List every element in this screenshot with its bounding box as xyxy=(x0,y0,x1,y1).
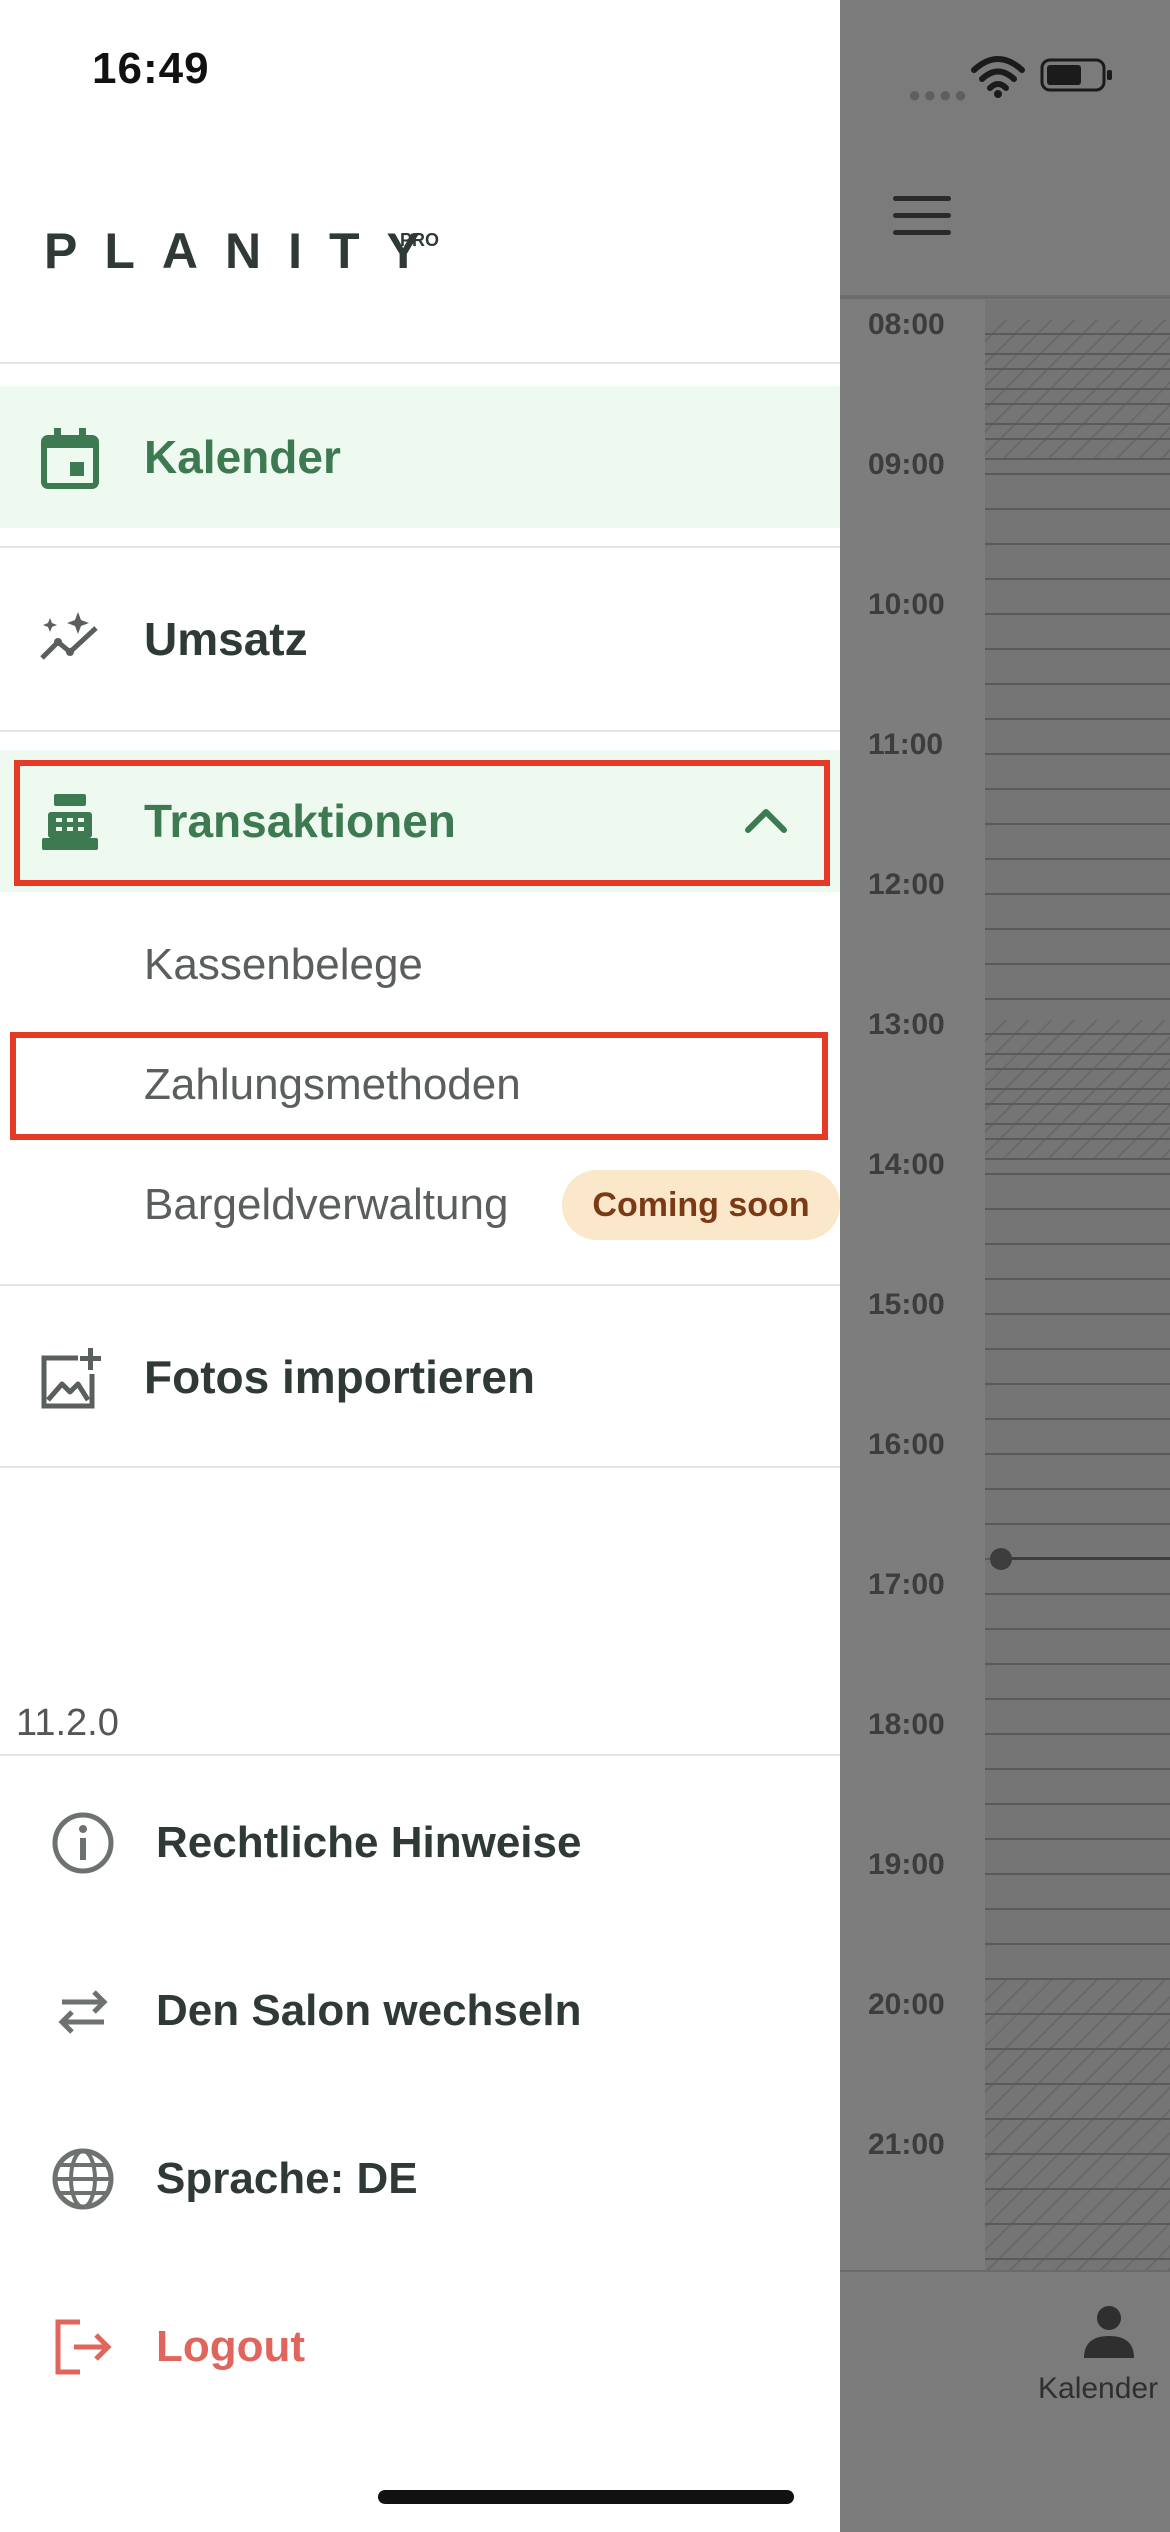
app-version: 11.2.0 xyxy=(16,1702,119,1744)
status-bar-right: ●●●● xyxy=(840,0,1170,150)
time-label: 15:00 xyxy=(868,1288,945,1321)
footer-item-label: Den Salon wechseln xyxy=(156,1986,582,2035)
footer-item-label: Rechtliche Hinweise xyxy=(156,1818,582,1867)
info-icon xyxy=(52,1812,114,1874)
time-label: 13:00 xyxy=(868,1008,945,1041)
time-label: 20:00 xyxy=(868,1988,945,2021)
time-label: 08:00 xyxy=(868,308,945,341)
divider xyxy=(0,1284,840,1286)
unavailable-slot xyxy=(985,1020,1170,1160)
divider xyxy=(0,1466,840,1468)
signal-icon: ●●●● xyxy=(908,82,970,107)
navigation-drawer: 16:49 PLANITY PRO Kalender Umsatz Transa… xyxy=(0,0,840,2532)
nav-item-label: Kalender xyxy=(144,431,341,483)
calendar-background: ●●●● 08:00 09:00 10:00 11:00 12:00 13:00… xyxy=(840,0,1170,2532)
time-label: 10:00 xyxy=(868,588,945,621)
nav-item-label: Fotos importieren xyxy=(144,1351,536,1403)
time-label: 11:00 xyxy=(868,728,944,761)
nav-item-label: Umsatz xyxy=(144,613,308,665)
divider xyxy=(0,730,840,732)
footer-item-switch-salon[interactable]: Den Salon wechseln xyxy=(0,1942,840,2082)
planity-logo: PLANITY xyxy=(44,223,447,279)
tab-bar: Kalender xyxy=(840,2270,1170,2532)
footer-item-label: Sprache: DE xyxy=(156,2154,418,2203)
wifi-icon xyxy=(971,56,1025,98)
unavailable-slot xyxy=(985,1980,1170,2270)
nav-item-fotos-importieren[interactable]: Fotos importieren xyxy=(0,1306,840,1448)
coming-soon-badge: Coming soon xyxy=(562,1170,840,1240)
status-time: 16:49 xyxy=(92,44,210,93)
time-label: 16:00 xyxy=(868,1428,945,1461)
footer-item-legal[interactable]: Rechtliche Hinweise xyxy=(0,1774,840,1914)
divider xyxy=(0,362,840,364)
time-label: 17:00 xyxy=(868,1568,945,1601)
globe-icon xyxy=(52,2148,114,2210)
time-label: 14:00 xyxy=(868,1148,945,1181)
highlight-box-zahlungsmethoden xyxy=(10,1032,828,1140)
calendar-grid[interactable] xyxy=(985,300,1170,2270)
time-label: 21:00 xyxy=(868,2128,945,2161)
sub-item-bargeldverwaltung[interactable]: Bargeldverwaltung xyxy=(144,1180,508,1230)
divider xyxy=(0,546,840,548)
time-column: 08:00 09:00 10:00 11:00 12:00 13:00 14:0… xyxy=(840,300,985,2270)
swap-arrows-icon xyxy=(58,1990,108,2034)
footer-item-label: Logout xyxy=(156,2322,306,2371)
nav-item-umsatz[interactable]: Umsatz xyxy=(0,568,840,710)
highlight-box-transaktionen xyxy=(14,760,830,886)
logout-icon xyxy=(55,2319,112,2375)
calendar-icon xyxy=(41,428,99,489)
nav-item-kalender[interactable]: Kalender xyxy=(0,386,840,528)
battery-icon xyxy=(1040,58,1112,92)
time-label: 18:00 xyxy=(868,1708,945,1741)
footer-item-language[interactable]: Sprache: DE xyxy=(0,2110,840,2250)
sparkle-trend-icon xyxy=(40,612,98,660)
divider xyxy=(0,1754,840,1756)
home-indicator[interactable] xyxy=(378,2490,794,2504)
unavailable-slot xyxy=(985,320,1170,460)
add-photo-icon xyxy=(41,1348,101,1409)
time-label: 19:00 xyxy=(868,1848,945,1881)
hamburger-menu-icon[interactable] xyxy=(893,196,951,238)
person-icon[interactable] xyxy=(1080,2302,1138,2360)
time-label: 09:00 xyxy=(868,448,945,481)
current-time-line xyxy=(1000,1557,1170,1560)
footer-item-logout[interactable]: Logout xyxy=(0,2278,840,2418)
calendar-header xyxy=(840,150,1170,295)
tab-kalender-label[interactable]: Kalender xyxy=(1038,2372,1158,2406)
calendar-divider xyxy=(840,295,1170,299)
sub-item-kassenbelege[interactable]: Kassenbelege xyxy=(144,940,423,990)
logo-pro-suffix: PRO xyxy=(400,230,440,250)
time-label: 12:00 xyxy=(868,868,945,901)
